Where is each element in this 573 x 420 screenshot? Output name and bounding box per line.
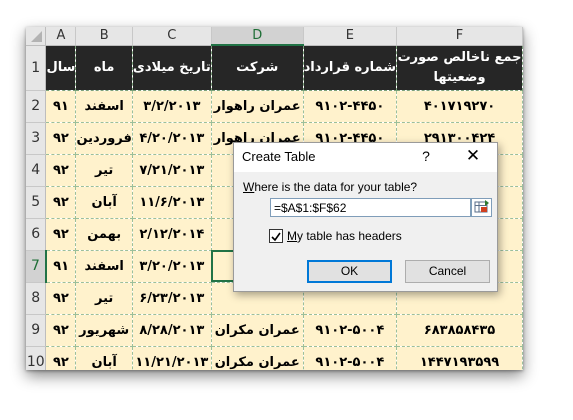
header-date[interactable]: تاریخ میلادی (132, 45, 212, 91)
cell-month[interactable]: اسفند (75, 90, 133, 123)
dialog-title: Create Table (242, 149, 316, 164)
column-header-e[interactable]: E (303, 27, 398, 46)
cell-month[interactable]: آبان (75, 346, 133, 370)
row-header-10[interactable]: 10 (26, 346, 47, 370)
row-header-8[interactable]: 8 (26, 282, 47, 315)
header-year[interactable]: سال (45, 45, 77, 91)
cell-month[interactable]: تیر (75, 154, 133, 187)
row-header-9[interactable]: 9 (26, 314, 47, 347)
cell-year[interactable]: ۹۲ (45, 122, 77, 155)
has-headers-checkbox[interactable] (269, 229, 283, 243)
cell-company[interactable]: عمران مکران (211, 346, 304, 370)
cell-date[interactable]: ۷/۲۱/۲۰۱۳ (132, 154, 212, 187)
close-icon[interactable]: ✕ (464, 146, 482, 166)
cell-year[interactable]: ۹۲ (45, 154, 77, 187)
cell-date[interactable]: ۱۱/۶/۲۰۱۳ (132, 186, 212, 219)
header-company[interactable]: شرکت (211, 45, 304, 91)
create-table-dialog: Create Table ? ✕ Where is the data for y… (233, 142, 498, 292)
cell-contract[interactable]: ۹۱۰۲-۵۰۰۴ (303, 346, 398, 370)
has-headers-label[interactable]: My table has headers (287, 229, 402, 243)
cell-date[interactable]: ۱۱/۲۱/۲۰۱۳ (132, 346, 212, 370)
cell-total[interactable]: ۶۸۳۸۵۸۴۳۵ (396, 314, 523, 347)
data-range-prompt: Where is the data for your table? (243, 180, 417, 194)
header-contract[interactable]: شماره قرارداد (303, 45, 398, 91)
prompt-text: here is the data for your table? (254, 180, 418, 194)
cell-year[interactable]: ۹۲ (45, 314, 77, 347)
cell-date[interactable]: ۳/۲۰/۲۰۱۳ (132, 250, 212, 283)
cell-month[interactable]: آبان (75, 186, 133, 219)
header-month[interactable]: ماه (75, 45, 133, 91)
cell-year[interactable]: ۹۱ (45, 90, 77, 123)
cell-year[interactable]: ۹۲ (45, 282, 77, 315)
header-total-line2: وضعیتها (433, 69, 486, 85)
cancel-button[interactable]: Cancel (405, 260, 490, 283)
cell-date[interactable]: ۲/۱۲/۲۰۱۴ (132, 218, 212, 251)
cell-month[interactable]: تیر (75, 282, 133, 315)
row-header-2[interactable]: 2 (26, 90, 47, 123)
checkmark-icon (271, 232, 281, 242)
cell-year[interactable]: ۹۲ (45, 186, 77, 219)
range-selector-icon (474, 200, 489, 213)
cell-date[interactable]: ۳/۲/۲۰۱۳ (132, 90, 212, 123)
column-header-f[interactable]: F (396, 27, 523, 46)
cell-contract[interactable]: ۹۱۰۲-۴۴۵۰ (303, 90, 398, 123)
column-header-c[interactable]: C (132, 27, 212, 46)
column-header-d[interactable]: D (211, 27, 304, 46)
cell-month[interactable]: شهریور (75, 314, 133, 347)
cell-total[interactable]: ۱۴۴۷۱۹۳۵۹۹ (396, 346, 523, 370)
cell-year[interactable]: ۹۱ (45, 250, 77, 283)
cell-month[interactable]: فروردین (75, 122, 133, 155)
ok-button[interactable]: OK (307, 260, 392, 283)
header-total-line1: جمع ناخالص صورت (397, 49, 522, 65)
cell-company[interactable]: عمران راهوار (211, 90, 304, 123)
checkbox-label-text: y table has headers (297, 229, 402, 243)
column-header-a[interactable]: A (45, 27, 77, 46)
checkbox-accelerator: M (287, 229, 297, 243)
cell-contract[interactable]: ۹۱۰۲-۵۰۰۴ (303, 314, 398, 347)
data-range-input[interactable] (270, 198, 471, 217)
row-header-4[interactable]: 4 (26, 154, 47, 187)
cell-year[interactable]: ۹۲ (45, 346, 77, 370)
cell-date[interactable]: ۶/۲۳/۲۰۱۳ (132, 282, 212, 315)
cell-year[interactable]: ۹۲ (45, 218, 77, 251)
dialog-title-bar[interactable]: Create Table ? ✕ (234, 143, 497, 172)
row-header-7[interactable]: 7 (26, 250, 47, 283)
header-total[interactable]: جمع ناخالص صورت وضعیتها (396, 45, 523, 91)
cell-date[interactable]: ۴/۲۰/۲۰۱۳ (132, 122, 212, 155)
help-icon[interactable]: ? (419, 148, 433, 164)
row-header-6[interactable]: 6 (26, 218, 47, 251)
row-header-1[interactable]: 1 (26, 45, 47, 91)
collapse-dialog-button[interactable] (471, 198, 492, 217)
row-header-3[interactable]: 3 (26, 122, 47, 155)
select-all-corner[interactable] (26, 27, 47, 46)
cell-total[interactable]: ۴۰۱۷۱۹۲۷۰ (396, 90, 523, 123)
prompt-accelerator: W (243, 180, 255, 194)
cell-month[interactable]: بهمن (75, 218, 133, 251)
cell-month[interactable]: اسفند (75, 250, 133, 283)
column-header-b[interactable]: B (75, 27, 133, 46)
row-header-5[interactable]: 5 (26, 186, 47, 219)
cell-date[interactable]: ۸/۲۸/۲۰۱۳ (132, 314, 212, 347)
cell-company[interactable]: عمران مکران (211, 314, 304, 347)
